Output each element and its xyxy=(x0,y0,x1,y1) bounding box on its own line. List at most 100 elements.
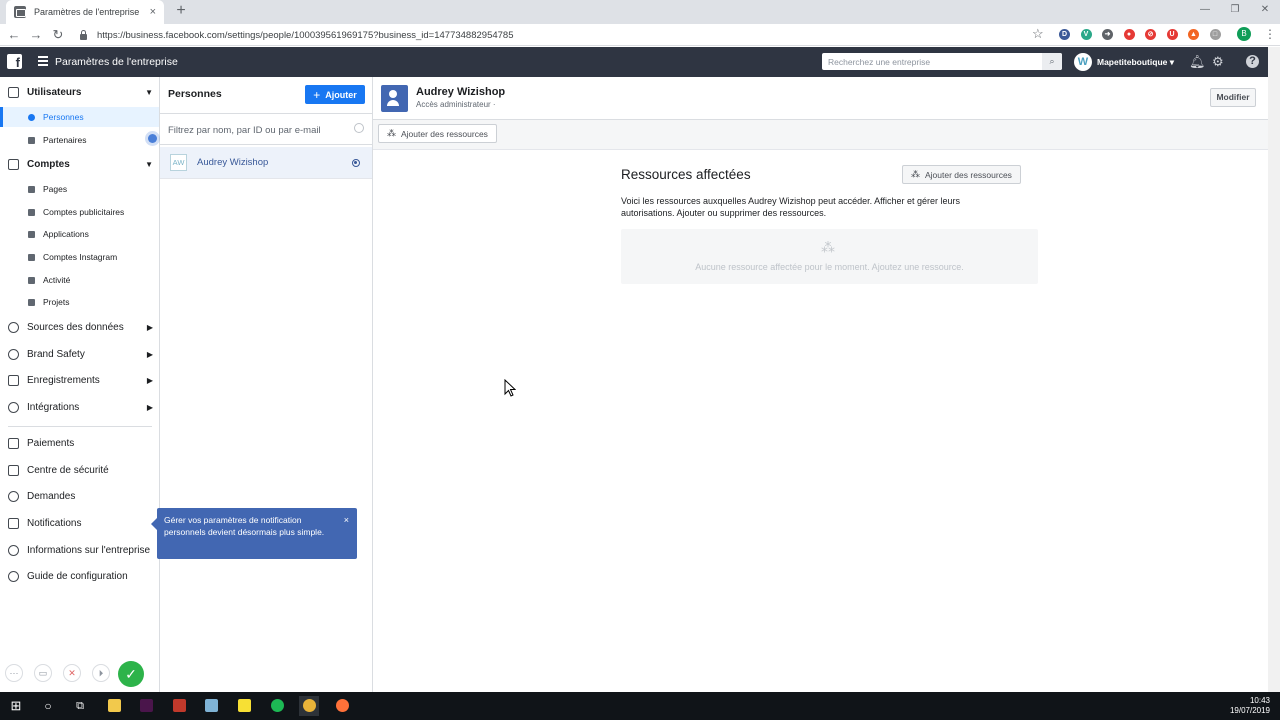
browser-tab[interactable]: Paramètres de l'entreprise × xyxy=(6,0,164,24)
page-favicon-icon xyxy=(14,6,26,18)
sidebar-section-label: Guide de configuration xyxy=(27,570,128,582)
help-icon[interactable]: ? xyxy=(1246,55,1259,68)
empty-state-text: Aucune ressource affectée pour le moment… xyxy=(695,262,964,272)
sidebar-section-brand-safety[interactable]: Brand Safety ▶ xyxy=(0,343,159,365)
page-scrollbar[interactable] xyxy=(1268,47,1280,692)
sidebar-section-notifications[interactable]: Notifications xyxy=(0,512,159,534)
sidebar-item-instagram[interactable]: Comptes Instagram xyxy=(0,247,159,267)
apps-icon xyxy=(28,230,35,238)
resources-icon: ⁂ xyxy=(387,128,396,138)
sidebar-section-users[interactable]: Utilisateurs ▼ xyxy=(0,81,159,103)
confirm-icon[interactable]: ✓ xyxy=(118,661,144,687)
caret-down-icon: ▼ xyxy=(145,87,153,97)
sidebar-section-business-info[interactable]: Informations sur l'entreprise xyxy=(0,539,159,561)
app-icon[interactable] xyxy=(201,696,221,716)
cancel-icon[interactable]: ✕ xyxy=(63,664,81,682)
sidebar-item-apps[interactable]: Applications xyxy=(0,224,159,244)
filter-placeholder: Filtrez par nom, par ID ou par e-mail xyxy=(168,125,321,136)
sidebar-item-activity[interactable]: Activité xyxy=(0,270,159,290)
extension-icon[interactable]: D xyxy=(1059,29,1070,40)
section-add-resources-button[interactable]: ⁂ Ajouter des ressources xyxy=(902,165,1021,184)
new-tab-button[interactable]: + xyxy=(172,2,190,20)
forward-icon[interactable]: → xyxy=(28,27,44,43)
facebook-logo-icon[interactable]: f xyxy=(7,54,22,69)
extension-icon[interactable]: □ xyxy=(1209,29,1221,40)
file-explorer-icon[interactable] xyxy=(104,696,124,716)
extension-icon[interactable]: U xyxy=(1166,29,1178,40)
more-icon[interactable]: ··· xyxy=(5,664,23,682)
sidebar-section-label: Paiements xyxy=(27,437,75,449)
sidebar-item-pages[interactable]: Pages xyxy=(0,179,159,199)
sidebar-section-label: Sources des données xyxy=(27,321,124,333)
sidebar-section-integrations[interactable]: Intégrations ▶ xyxy=(0,396,159,418)
url-text: https://business.facebook.com/settings/p… xyxy=(97,29,514,41)
extension-icon[interactable]: V xyxy=(1080,29,1092,40)
tour-hotspot-icon[interactable] xyxy=(148,134,157,143)
business-name: Mapetiteboutique xyxy=(1097,57,1168,67)
search-icon[interactable]: ⌕ xyxy=(1042,53,1062,70)
slack-icon[interactable] xyxy=(136,696,156,716)
minimize-icon[interactable]: — xyxy=(1190,0,1220,20)
address-bar-row: ← → ↻ https://business.facebook.com/sett… xyxy=(0,24,1280,46)
chrome-icon[interactable] xyxy=(299,696,319,716)
people-filter-input[interactable]: Filtrez par nom, par ID ou par e-mail xyxy=(160,113,372,145)
bell-icon[interactable]: 🔔︎ xyxy=(1189,54,1206,70)
sidebar-section-label: Informations sur l'entreprise xyxy=(27,544,151,556)
business-switcher[interactable]: Mapetiteboutique ▾ xyxy=(1097,57,1174,68)
sidebar-section-payments[interactable]: Paiements xyxy=(0,432,159,454)
sidebar-item-projects[interactable]: Projets xyxy=(0,292,159,312)
caret-down-icon: ▼ xyxy=(145,159,153,169)
business-avatar[interactable]: W xyxy=(1074,53,1092,71)
sidebar-item-ad-accounts[interactable]: Comptes publicitaires xyxy=(0,202,159,222)
sidebar-section-label: Brand Safety xyxy=(27,348,85,360)
sidebar-section-label: Intégrations xyxy=(27,401,80,413)
profile-avatar[interactable]: B xyxy=(1237,27,1251,41)
sidebar-section-registrations[interactable]: Enregistrements ▶ xyxy=(0,369,159,391)
extension-icon[interactable]: ▲ xyxy=(1188,29,1199,40)
bookmark-star-icon[interactable]: ☆ xyxy=(1032,26,1044,42)
hamburger-menu-icon[interactable] xyxy=(38,56,48,66)
sidebar-item-partners[interactable]: Partenaires xyxy=(0,130,159,150)
people-panel-title: Personnes xyxy=(168,88,222,100)
cortana-icon[interactable]: ○ xyxy=(38,696,58,716)
sidebar-item-people[interactable]: Personnes xyxy=(0,107,159,127)
reload-icon[interactable]: ↻ xyxy=(50,27,66,43)
play-pause-icon[interactable]: ⏵ xyxy=(92,664,110,682)
extension-icon[interactable]: ⊘ xyxy=(1145,29,1156,40)
settings-sidebar: Utilisateurs ▼ Personnes Partenaires Com… xyxy=(0,77,160,692)
sidebar-section-data-sources[interactable]: Sources des données ▶ xyxy=(0,316,159,338)
camera-icon[interactable]: ▭ xyxy=(34,664,52,682)
add-person-label: Ajouter xyxy=(325,89,357,100)
browser-menu-icon[interactable]: ⋮ xyxy=(1264,27,1276,41)
close-icon[interactable]: × xyxy=(344,514,349,526)
notification-tooltip: Gérer vos paramètres de notification per… xyxy=(151,508,357,559)
task-view-icon[interactable]: ⧉ xyxy=(70,696,90,716)
spotify-icon[interactable] xyxy=(267,696,287,716)
business-search-input[interactable]: Recherchez une entreprise xyxy=(822,53,1062,70)
briefcase-icon xyxy=(8,158,19,170)
gear-icon[interactable]: ⚙ xyxy=(1212,54,1224,70)
extension-icon[interactable]: ● xyxy=(1123,29,1135,40)
url-field[interactable]: https://business.facebook.com/settings/p… xyxy=(76,26,1054,44)
firefox-icon[interactable] xyxy=(332,696,352,716)
sticky-notes-icon[interactable] xyxy=(234,696,254,716)
list-item[interactable]: AW Audrey Wizishop xyxy=(160,147,372,179)
restore-icon[interactable]: ❐ xyxy=(1220,0,1250,20)
extension-icon[interactable]: ➜ xyxy=(1102,29,1113,40)
sidebar-section-security-center[interactable]: Centre de sécurité xyxy=(0,459,159,481)
tab-close-icon[interactable]: × xyxy=(150,6,156,18)
sidebar-item-label: Activité xyxy=(43,275,71,285)
person-name: Audrey Wizishop xyxy=(197,157,269,168)
sidebar-section-setup-guide[interactable]: Guide de configuration xyxy=(0,565,159,587)
system-clock[interactable]: 10:43 19/07/2019 xyxy=(1230,696,1270,716)
close-window-icon[interactable]: ✕ xyxy=(1250,0,1280,20)
modify-button[interactable]: Modifier xyxy=(1210,88,1256,107)
app-icon[interactable] xyxy=(169,696,189,716)
sidebar-section-requests[interactable]: Demandes xyxy=(0,485,159,507)
sidebar-section-accounts[interactable]: Comptes ▼ xyxy=(0,153,159,175)
windows-start-icon[interactable]: ⊞ xyxy=(6,696,26,716)
back-icon[interactable]: ← xyxy=(6,27,22,43)
add-person-button[interactable]: + Ajouter xyxy=(305,85,365,104)
add-resources-button[interactable]: ⁂ Ajouter des ressources xyxy=(378,124,497,143)
person-detail-header: Audrey Wizishop Accès administrateur · M… xyxy=(373,77,1268,120)
